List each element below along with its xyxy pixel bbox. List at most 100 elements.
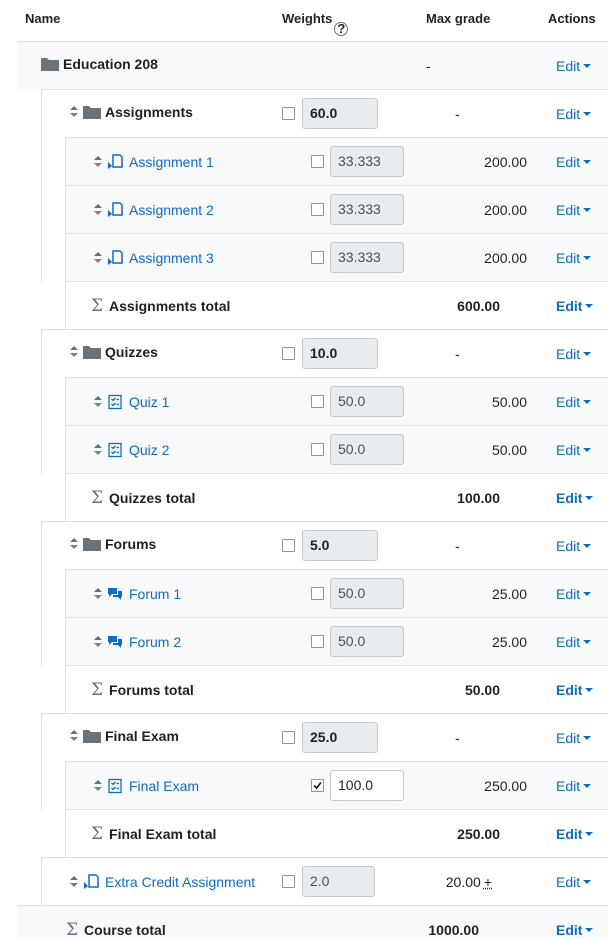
weight-override-checkbox[interactable]	[282, 731, 295, 744]
extra-credit-row: Extra Credit Assignment 2.0 20.00 + Edit	[41, 857, 608, 906]
caret-down-icon	[583, 592, 592, 596]
grade-item-row: Quiz 1 50.0 50.00 Edit	[41, 377, 608, 426]
max-grade: -	[455, 538, 460, 554]
help-icon[interactable]: ?	[334, 22, 349, 36]
sigma-icon: Σ	[66, 920, 79, 939]
edit-menu-button[interactable]: Edit	[556, 618, 592, 666]
edit-menu-button[interactable]: Edit	[556, 42, 592, 90]
caret-down-icon	[583, 736, 592, 740]
category-total-row: Σ Forums total 50.00 Edit	[65, 665, 608, 714]
edit-menu-button[interactable]: Edit	[556, 90, 592, 138]
max-grade: 250.00	[457, 826, 500, 842]
grade-item-link[interactable]: Extra Credit Assignment	[105, 874, 255, 890]
quiz-icon	[108, 394, 122, 410]
edit-menu-button[interactable]: Edit	[556, 522, 592, 570]
grade-item-link[interactable]: Assignment 2	[129, 202, 214, 218]
sigma-icon: Σ	[91, 488, 104, 508]
move-handle-icon[interactable]	[93, 203, 103, 217]
max-grade: 600.00	[457, 298, 500, 314]
weight-input[interactable]: 25.0	[302, 722, 378, 753]
move-handle-icon[interactable]	[69, 875, 79, 889]
category-total-label: Final Exam total	[109, 826, 217, 842]
edit-menu-button[interactable]: Edit	[556, 378, 592, 426]
move-handle-icon[interactable]	[69, 345, 79, 359]
max-grade: 50.00	[491, 394, 527, 410]
move-handle-icon[interactable]	[93, 587, 103, 601]
caret-down-icon	[585, 928, 594, 932]
caret-down-icon	[583, 544, 592, 548]
edit-menu-button[interactable]: Edit	[556, 234, 592, 282]
name-cell: Σ Forums total	[91, 666, 194, 714]
grade-item-link[interactable]: Forum 1	[129, 586, 181, 602]
weight-input[interactable]: 5.0	[302, 530, 378, 561]
edit-menu-button[interactable]: Edit	[556, 330, 592, 378]
weight-override-checkbox[interactable]	[282, 347, 295, 360]
edit-menu-button[interactable]: Edit	[556, 714, 592, 762]
header-name: Name	[25, 11, 61, 26]
edit-menu-button[interactable]: Edit	[556, 666, 594, 714]
move-handle-icon[interactable]	[69, 537, 79, 551]
name-cell: Assignments	[69, 88, 193, 136]
quiz-icon	[108, 442, 122, 458]
grade-item-row: Forum 2 50.0 25.00 Edit	[41, 617, 608, 666]
move-handle-icon[interactable]	[93, 635, 103, 649]
edit-menu-button[interactable]: Edit	[556, 858, 592, 906]
max-grade: 250.00	[484, 778, 527, 794]
grade-item-link[interactable]: Final Exam	[129, 778, 199, 794]
grade-item-link[interactable]: Quiz 1	[129, 394, 169, 410]
edit-menu-button[interactable]: Edit	[556, 138, 592, 186]
max-grade: 200.00	[484, 154, 527, 170]
grade-item-link[interactable]: Forum 2	[129, 634, 181, 650]
weight-override-checkbox[interactable]	[282, 875, 295, 888]
move-handle-icon[interactable]	[93, 155, 103, 169]
grade-item-link[interactable]: Quiz 2	[129, 442, 169, 458]
edit-menu-button[interactable]: Edit	[556, 186, 592, 234]
edit-menu-button[interactable]: Edit	[556, 906, 594, 939]
max-grade: -	[455, 346, 460, 362]
course-name: Education 208	[63, 56, 158, 72]
grade-item-row: Assignment 3 33.333 200.00 Edit	[41, 233, 608, 282]
category-total-label: Forums total	[109, 682, 194, 698]
sigma-icon: Σ	[91, 296, 104, 316]
weight-override-checkbox[interactable]	[282, 107, 295, 120]
edit-menu-button[interactable]: Edit	[556, 282, 594, 330]
edit-menu-button[interactable]: Edit	[556, 810, 594, 858]
caret-down-icon	[583, 880, 592, 884]
weight-input[interactable]: 60.0	[302, 98, 378, 129]
grade-item-link[interactable]: Assignment 1	[129, 154, 214, 170]
edit-menu-button[interactable]: Edit	[556, 570, 592, 618]
category-total-label: Assignments total	[109, 298, 231, 314]
weight-override-checkbox[interactable]	[282, 539, 295, 552]
name-cell: Quiz 2	[93, 426, 169, 474]
category-total-row: Σ Quizzes total 100.00 Edit	[65, 473, 608, 522]
move-handle-icon[interactable]	[69, 729, 79, 743]
sigma-icon: Σ	[91, 680, 104, 700]
name-cell: Education 208	[41, 40, 158, 88]
edit-menu-button[interactable]: Edit	[556, 762, 592, 810]
move-handle-icon[interactable]	[93, 779, 103, 793]
folder-icon	[83, 730, 101, 743]
category-total-label: Quizzes total	[109, 490, 196, 506]
move-handle-icon[interactable]	[93, 251, 103, 265]
grade-item-row: Assignment 2 33.333 200.00 Edit	[41, 185, 608, 234]
name-cell: Final Exam	[69, 712, 179, 760]
name-cell: Extra Credit Assignment	[69, 858, 255, 906]
max-grade: -	[426, 58, 431, 74]
edit-menu-button[interactable]: Edit	[556, 474, 594, 522]
table-header: Name Weights ? Max grade Actions	[0, 0, 608, 38]
sigma-icon: Σ	[91, 824, 104, 844]
edit-menu-button[interactable]: Edit	[556, 426, 592, 474]
caret-down-icon	[585, 496, 594, 500]
course-total-row: Σ Course total 1000.00 Edit	[17, 905, 608, 939]
course-total-label: Course total	[84, 922, 166, 938]
assignment-icon	[108, 202, 123, 217]
move-handle-icon[interactable]	[69, 105, 79, 119]
assignment-icon	[84, 874, 99, 889]
caret-down-icon	[583, 400, 592, 404]
weight-input[interactable]: 10.0	[302, 338, 378, 369]
max-grade: -	[455, 730, 460, 746]
quiz-icon	[108, 778, 122, 794]
move-handle-icon[interactable]	[93, 395, 103, 409]
grade-item-link[interactable]: Assignment 3	[129, 250, 214, 266]
move-handle-icon[interactable]	[93, 443, 103, 457]
